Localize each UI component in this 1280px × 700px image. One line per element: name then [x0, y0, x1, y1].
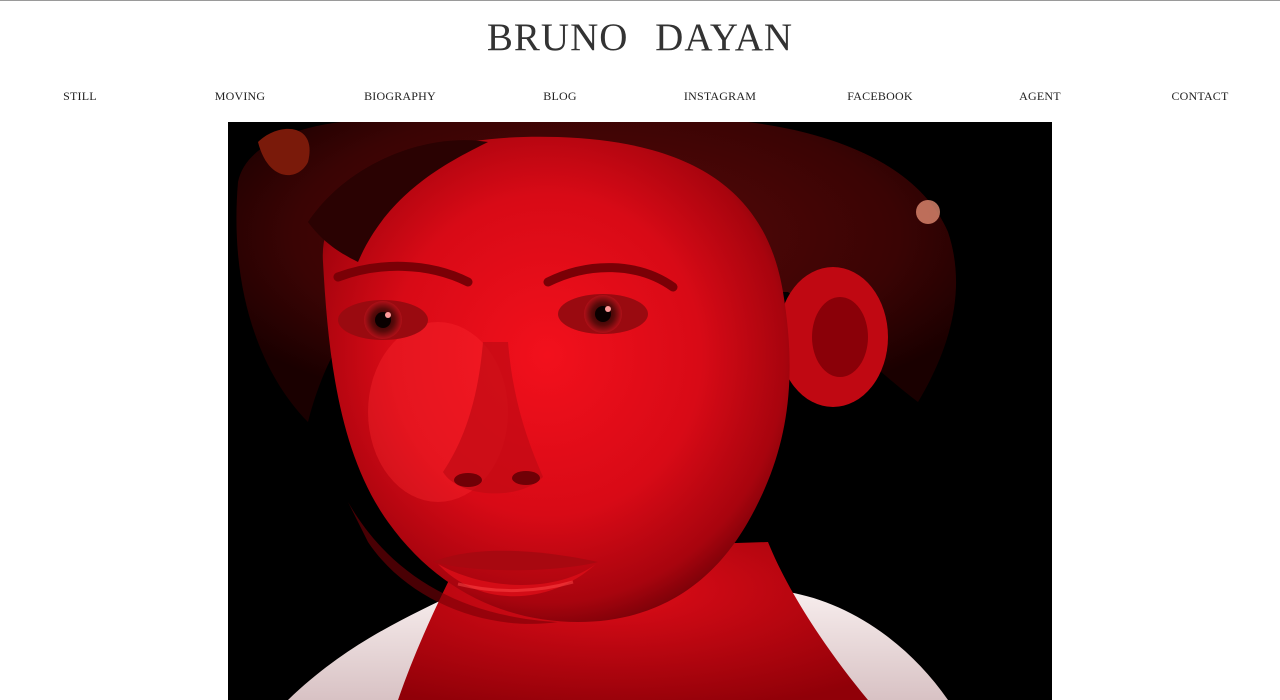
portrait-image [228, 122, 1052, 700]
nav-item-moving[interactable]: MOVING [160, 87, 320, 105]
top-border [0, 0, 1280, 1]
nav-item-agent[interactable]: AGENT [960, 87, 1120, 105]
nav-item-still[interactable]: STILL [0, 87, 160, 105]
nav-item-instagram[interactable]: INSTAGRAM [640, 87, 800, 105]
nav-item-blog[interactable]: BLOG [480, 87, 640, 105]
main-nav: STILL MOVING BIOGRAPHY BLOG INSTAGRAM FA… [0, 87, 1280, 107]
site-title[interactable]: BRUNO DAYAN [0, 14, 1280, 62]
nav-item-biography[interactable]: BIOGRAPHY [320, 87, 480, 105]
hero-photo[interactable] [228, 122, 1052, 700]
nav-item-contact[interactable]: CONTACT [1120, 87, 1280, 105]
nav-item-facebook[interactable]: FACEBOOK [800, 87, 960, 105]
